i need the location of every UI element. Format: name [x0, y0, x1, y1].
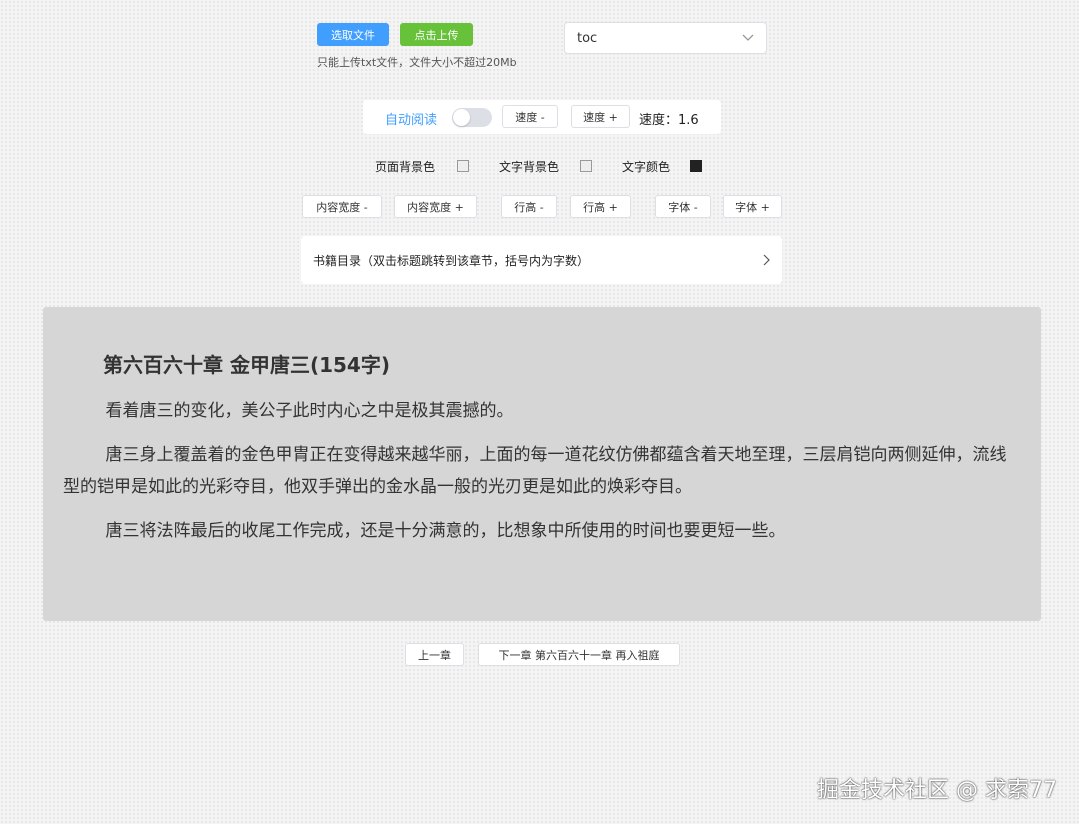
speed-decrease-button[interactable]: 速度 -: [502, 105, 558, 128]
chapter-paragraph: 唐三身上覆盖着的金色甲胄正在变得越来越华丽，上面的每一道花纹仿佛都蕴含着天地至理…: [63, 445, 1007, 497]
chapter-paragraph: 看着唐三的变化，美公子此时内心之中是极其震撼的。: [105, 401, 514, 421]
line-height-decrease-button[interactable]: 行高 -: [501, 195, 557, 218]
upload-hint: 只能上传txt文件，文件大小不超过20Mb: [317, 56, 517, 69]
prev-chapter-button[interactable]: 上一章: [405, 643, 464, 666]
book-select-value: toc: [577, 30, 598, 46]
select-file-button[interactable]: 选取文件: [317, 23, 389, 46]
text-color-label: 文字颜色: [622, 160, 671, 174]
page-bg-color-picker[interactable]: [457, 160, 469, 172]
text-color-picker[interactable]: [690, 160, 702, 172]
content-width-increase-button[interactable]: 内容宽度 +: [394, 195, 477, 218]
toggle-knob: [453, 109, 470, 126]
chapter-paragraph: 唐三将法阵最后的收尾工作完成，还是十分满意的，比想象中所使用的时间也要更短一些。: [105, 521, 786, 541]
page-bg-color-label: 页面背景色: [375, 160, 436, 174]
auto-read-toggle[interactable]: [452, 108, 492, 127]
speed-value: 1.6: [678, 113, 699, 128]
chevron-down-icon: [742, 34, 754, 42]
text-bg-color-picker[interactable]: [580, 160, 592, 172]
speed-increase-button[interactable]: 速度 +: [571, 105, 630, 128]
auto-read-label: 自动阅读: [385, 113, 438, 128]
watermark: 掘金技术社区 @ 求索77: [817, 778, 1057, 803]
book-toc-collapse[interactable]: 书籍目录（双击标题跳转到该章节，括号内为字数）: [301, 236, 782, 284]
reader-content: 第六百六十章 金甲唐三(154字) 看着唐三的变化，美公子此时内心之中是极其震撼…: [43, 307, 1041, 621]
line-height-increase-button[interactable]: 行高 +: [570, 195, 631, 218]
next-chapter-button[interactable]: 下一章 第六百六十一章 再入祖庭: [478, 643, 680, 666]
chevron-right-icon: [762, 254, 770, 266]
toc-label: 书籍目录（双击标题跳转到该章节，括号内为字数）: [313, 253, 590, 268]
speed-display: 速度：1.6: [639, 109, 699, 128]
font-size-decrease-button[interactable]: 字体 -: [655, 195, 711, 218]
chapter-title: 第六百六十章 金甲唐三(154字): [103, 353, 390, 377]
font-size-increase-button[interactable]: 字体 +: [723, 195, 782, 218]
content-width-decrease-button[interactable]: 内容宽度 -: [302, 195, 382, 218]
text-bg-color-label: 文字背景色: [499, 160, 560, 174]
upload-button[interactable]: 点击上传: [400, 23, 473, 46]
book-select[interactable]: toc: [564, 22, 767, 54]
speed-label: 速度：: [639, 113, 679, 128]
